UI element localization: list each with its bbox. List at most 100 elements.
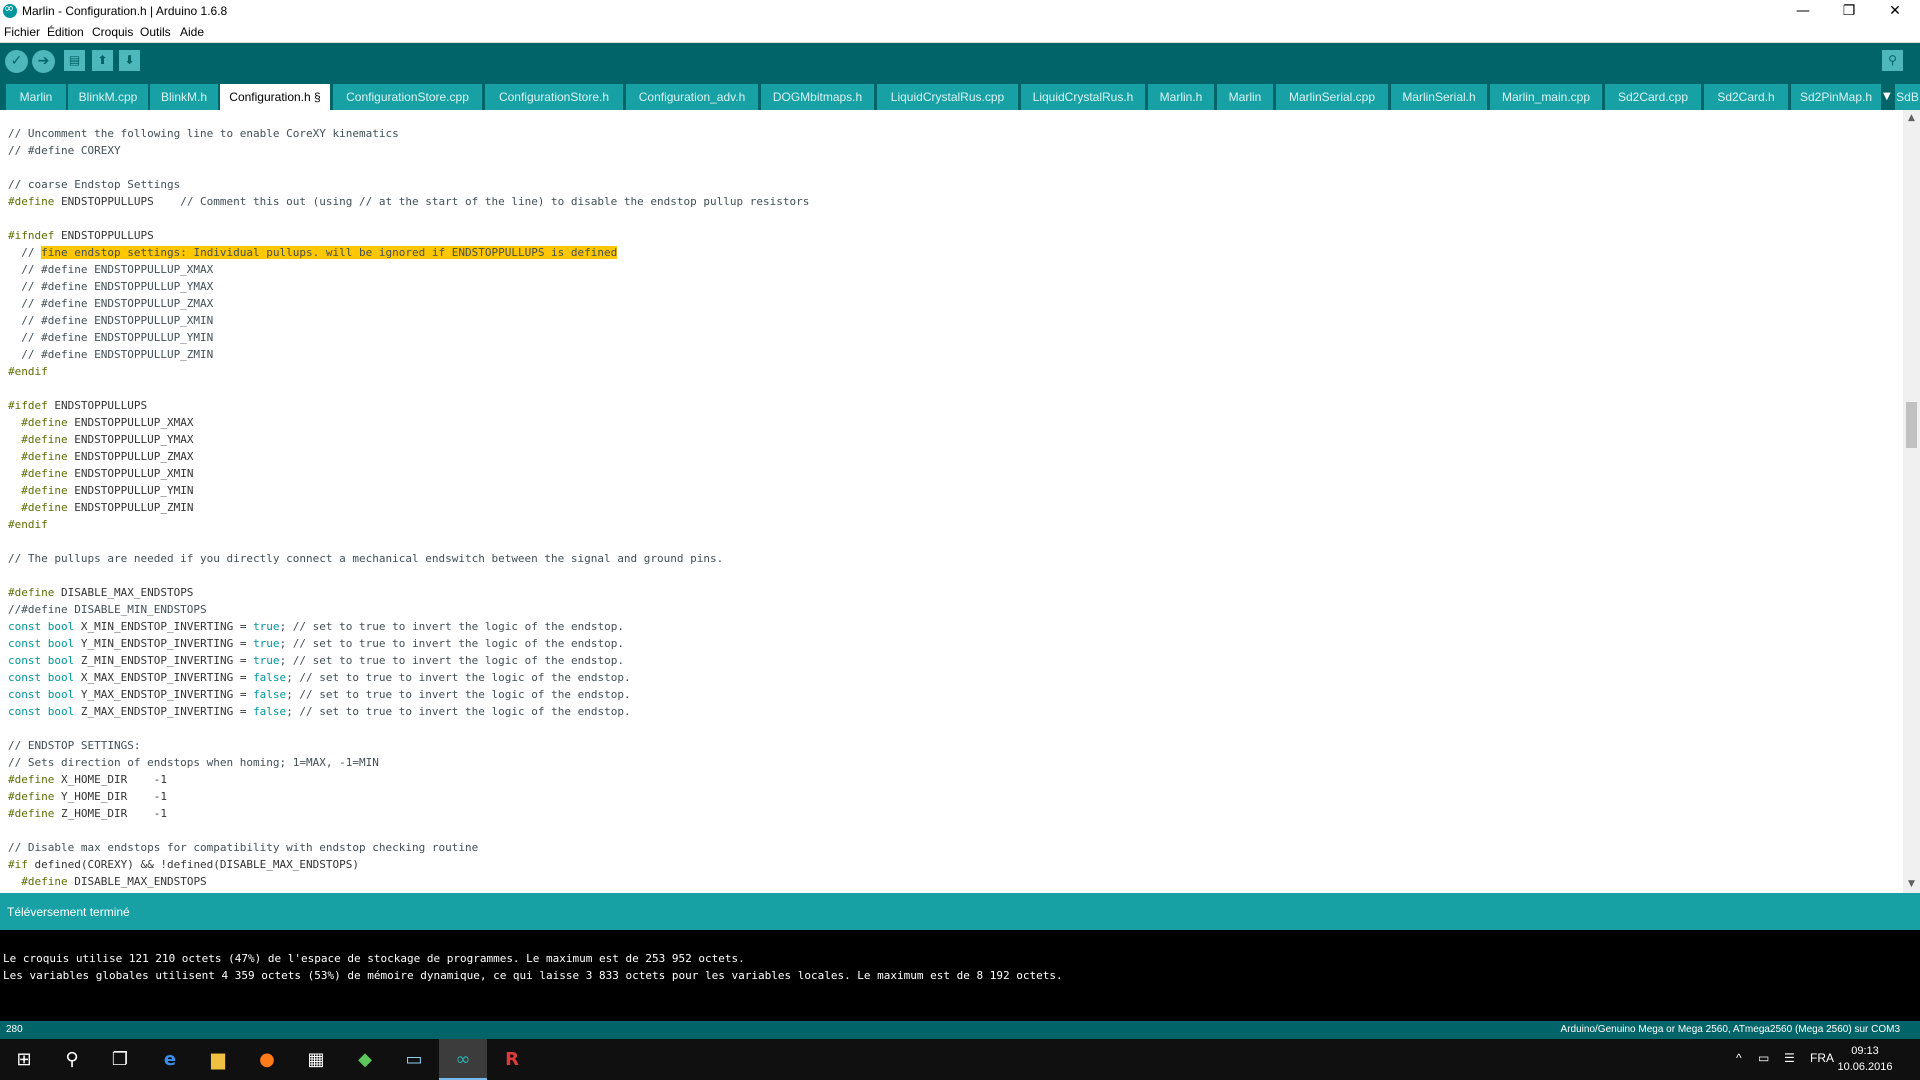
console-output[interactable]: Le croquis utilise 121 210 octets (47%) … [0, 930, 1920, 1021]
code-text: // Uncomment the following line to enabl… [8, 125, 809, 890]
status-bar: Téléversement terminé [0, 893, 1920, 930]
task-view-icon[interactable]: ❐ [96, 1039, 144, 1080]
firefox-icon[interactable]: ● [243, 1039, 291, 1080]
app-icon[interactable]: ◆ [341, 1039, 389, 1080]
code-token: const [8, 705, 42, 718]
tab-liquidcrystalrus-cpp[interactable]: LiquidCrystalRus.cpp [877, 84, 1018, 110]
tab-marlin-main-cpp[interactable]: Marlin_main.cpp [1490, 84, 1602, 110]
arduino-taskbar-icon[interactable]: ∞ [439, 1039, 487, 1080]
code-token: // [8, 246, 42, 259]
code-token: #define [8, 875, 68, 888]
network-icon[interactable]: ▭ [1758, 1051, 1769, 1065]
menu-aide[interactable]: Aide [180, 25, 204, 39]
code-token: false [253, 688, 287, 701]
clock-time: 09:13 [1851, 1045, 1879, 1057]
code-line: //#define DISABLE_MIN_ENDSTOPS [8, 603, 207, 616]
line-number: 280 [6, 1024, 23, 1035]
code-token: #define [8, 501, 68, 514]
code-line: // Disable max endstops for compatibilit… [8, 841, 479, 854]
code-line: // Sets direction of endstops when homin… [8, 756, 379, 769]
tab-liquidcrystalrus-h[interactable]: LiquidCrystalRus.h [1021, 84, 1145, 110]
save-icon[interactable]: ⬇ [119, 50, 140, 71]
code-token: true [253, 654, 280, 667]
code-editor[interactable]: // Uncomment the following line to enabl… [0, 110, 1920, 893]
code-token: true [253, 620, 280, 633]
code-token: X_MAX_ENDSTOP_INVERTING = [74, 671, 254, 684]
tab-dogmbitmaps-h[interactable]: DOGMbitmaps.h [761, 84, 874, 110]
code-line: // #define ENDSTOPPULLUP_YMIN [8, 331, 214, 344]
scroll-down-icon[interactable]: ▼ [1903, 876, 1920, 893]
upload-icon[interactable]: ➔ [32, 50, 55, 73]
code-token: ENDSTOPPULLUPS [54, 229, 154, 242]
tab-blinkm-h[interactable]: BlinkM.h [150, 84, 218, 110]
menu-edition[interactable]: Édition [47, 25, 84, 39]
console-line: Le croquis utilise 121 210 octets (47%) … [3, 952, 745, 965]
windows-start-icon[interactable]: ⊞ [0, 1039, 48, 1080]
minimize-button[interactable]: — [1780, 0, 1826, 22]
tab-blinkm-cpp[interactable]: BlinkM.cpp [68, 84, 148, 110]
tab-configuration-adv-h[interactable]: Configuration_adv.h [626, 84, 758, 110]
tab-sd2pinmap-h[interactable]: Sd2PinMap.h [1791, 84, 1881, 110]
search-icon[interactable]: ⚲ [48, 1039, 96, 1080]
app-icon[interactable]: R [488, 1039, 536, 1080]
tab-sd2card-cpp[interactable]: Sd2Card.cpp [1605, 84, 1701, 110]
code-token: bool [41, 654, 75, 667]
code-line: #define ENDSTOPPULLUP_ZMIN [8, 499, 809, 516]
tab-configurationstore-h[interactable]: ConfigurationStore.h [485, 84, 623, 110]
code-token: bool [41, 705, 75, 718]
tab-marlin-h[interactable]: Marlin.h [1148, 84, 1214, 110]
code-token: // Comment this out (using // at the sta… [153, 195, 810, 208]
clock[interactable]: 09:13 10.06.2016 [1830, 1043, 1900, 1075]
tab-marlin-2[interactable]: Marlin [1217, 84, 1273, 110]
code-token: ; // set to true to invert the logic of … [279, 654, 624, 667]
code-line: // The pullups are needed if you directl… [8, 552, 724, 565]
tab-marlinserial-h[interactable]: MarlinSerial.h [1391, 84, 1487, 110]
tab-marlin[interactable]: Marlin [6, 84, 66, 110]
menu-croquis[interactable]: Croquis [92, 25, 133, 39]
open-icon[interactable]: ⬆ [92, 50, 113, 71]
tab-sdb[interactable]: SdB [1895, 84, 1920, 110]
code-line: const bool Z_MAX_ENDSTOP_INVERTING = fal… [8, 703, 809, 720]
menu-fichier[interactable]: Fichier [4, 25, 40, 39]
code-token: #define [8, 484, 68, 497]
app-icon[interactable]: ▭ [390, 1039, 438, 1080]
tab-configuration-h[interactable]: Configuration.h § [220, 84, 330, 110]
board-info: Arduino/Genuino Mega or Mega 2560, ATmeg… [1560, 1024, 1900, 1035]
code-token: ; // set to true to invert the logic of … [286, 688, 631, 701]
arduino-app-icon [3, 1, 17, 18]
tab-configurationstore-cpp[interactable]: ConfigurationStore.cpp [333, 84, 482, 110]
code-line: // #define ENDSTOPPULLUP_YMAX [8, 280, 214, 293]
new-sketch-icon[interactable]: ▤ [64, 50, 85, 71]
code-line: #define DISABLE_MAX_ENDSTOPS [8, 584, 809, 601]
code-token: ENDSTOPPULLUP_YMIN [67, 484, 194, 497]
code-token: #define [8, 433, 68, 446]
code-line: const bool X_MAX_ENDSTOP_INVERTING = fal… [8, 669, 809, 686]
window-title: Marlin - Configuration.h | Arduino 1.6.8 [22, 4, 228, 18]
calculator-icon[interactable]: ▦ [292, 1039, 340, 1080]
menu-outils[interactable]: Outils [140, 25, 171, 39]
action-center-icon[interactable]: ☰ [1784, 1051, 1795, 1065]
tab-sd2card-h[interactable]: Sd2Card.h [1704, 84, 1788, 110]
tab-marlinserial-cpp[interactable]: MarlinSerial.cpp [1276, 84, 1388, 110]
code-token: bool [41, 671, 75, 684]
serial-monitor-icon[interactable]: ⚲ [1882, 50, 1903, 71]
tab-overflow-icon[interactable]: ▼ [1883, 87, 1895, 107]
vertical-scrollbar[interactable]: ▲ ▼ [1903, 110, 1920, 893]
restore-button[interactable]: ❐ [1826, 0, 1872, 22]
scroll-up-icon[interactable]: ▲ [1903, 110, 1920, 127]
close-button[interactable]: ✕ [1872, 0, 1918, 22]
menu-bar: Fichier Édition Croquis Outils Aide [0, 22, 1920, 43]
code-token: ; // set to true to invert the logic of … [286, 705, 631, 718]
code-token: #define [8, 467, 68, 480]
verify-icon[interactable]: ✓ [5, 50, 28, 73]
file-explorer-icon[interactable]: ▆ [194, 1039, 242, 1080]
code-token: bool [41, 620, 75, 633]
edge-icon[interactable]: e [146, 1039, 194, 1080]
scrollbar-thumb[interactable] [1906, 402, 1917, 448]
tray-chevron-icon[interactable]: ^ [1736, 1051, 1742, 1065]
code-token: Z_MIN_ENDSTOP_INVERTING = [74, 654, 254, 667]
